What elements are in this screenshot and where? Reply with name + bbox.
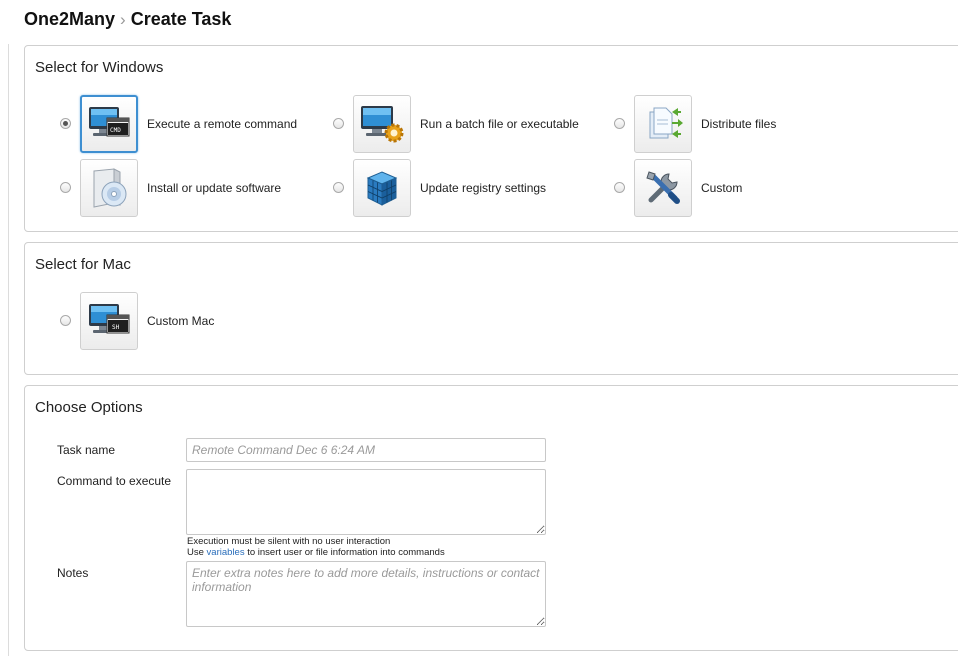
svg-text:SH: SH — [112, 324, 120, 331]
option-label: Install or update software — [147, 181, 282, 195]
monitor-sh-icon: SH — [89, 304, 130, 334]
radio-custom-mac[interactable] — [60, 315, 71, 326]
tile-install-software[interactable] — [80, 159, 138, 217]
windows-panel: Select for Windows CMD Execute a remote … — [24, 45, 958, 232]
option-label: Run a batch file or executable — [420, 117, 579, 131]
hint-rest: to insert user or file information into … — [247, 547, 445, 558]
option-label: Distribute files — [701, 117, 777, 131]
option-label: Update registry settings — [420, 181, 547, 195]
distribute-files-icon — [649, 107, 683, 139]
monitor-cmd-icon: CMD — [89, 107, 130, 137]
mac-panel: Select for Mac SH Custom Mac — [24, 242, 958, 375]
option-run-batch-file[interactable]: Run a batch file or executable — [333, 95, 593, 155]
radio-run-batch-file[interactable] — [333, 118, 344, 129]
mac-panel-title: Select for Mac — [35, 256, 131, 273]
left-divider — [8, 44, 9, 656]
monitor-gear-icon — [361, 106, 404, 143]
task-name-input[interactable] — [186, 438, 546, 462]
hint-silent: Execution must be silent with no user in… — [187, 536, 391, 547]
tile-execute-remote-command[interactable]: CMD — [80, 95, 138, 153]
radio-install-software[interactable] — [60, 182, 71, 193]
notes-label: Notes — [57, 566, 89, 580]
radio-custom[interactable] — [614, 182, 625, 193]
option-execute-remote-command[interactable]: CMD Execute a remote command — [60, 95, 320, 155]
tile-update-registry[interactable] — [353, 159, 411, 217]
registry-cube-icon — [366, 171, 398, 206]
page-title: Create Task — [130, 9, 232, 29]
variables-link[interactable]: variables — [207, 547, 245, 558]
option-update-registry[interactable]: Update registry settings — [333, 159, 593, 219]
breadcrumb-separator: › — [120, 10, 126, 29]
options-panel-title: Choose Options — [35, 399, 143, 416]
svg-text:CMD: CMD — [110, 127, 121, 134]
option-distribute-files[interactable]: Distribute files — [614, 95, 814, 155]
breadcrumb-app[interactable]: One2Many — [24, 9, 115, 29]
tile-run-batch-file[interactable] — [353, 95, 411, 153]
option-label: Custom Mac — [147, 314, 215, 328]
task-name-label: Task name — [57, 443, 116, 457]
hint-variables: Use variables to insert user or file inf… — [187, 547, 445, 558]
tile-distribute-files[interactable] — [634, 95, 692, 153]
hint-use: Use — [187, 547, 204, 558]
command-textarea[interactable] — [186, 469, 546, 535]
radio-distribute-files[interactable] — [614, 118, 625, 129]
breadcrumb: One2Many › Create Task — [24, 9, 231, 30]
command-label: Command to execute — [57, 474, 172, 488]
tile-custom[interactable] — [634, 159, 692, 217]
tile-custom-mac[interactable]: SH — [80, 292, 138, 350]
option-label: Custom — [701, 181, 743, 195]
options-panel: Choose Options Task name Command to exec… — [24, 385, 958, 651]
windows-panel-title: Select for Windows — [35, 59, 164, 76]
radio-update-registry[interactable] — [333, 182, 344, 193]
software-box-icon — [93, 168, 127, 208]
option-custom[interactable]: Custom — [614, 159, 814, 219]
radio-execute-remote-command[interactable] — [60, 118, 71, 129]
option-label: Execute a remote command — [147, 117, 298, 131]
command-hint: Execution must be silent with no user in… — [187, 536, 445, 558]
option-custom-mac[interactable]: SH Custom Mac — [60, 292, 260, 352]
option-install-software[interactable]: Install or update software — [60, 159, 320, 219]
tools-icon — [646, 171, 680, 204]
notes-textarea[interactable] — [186, 561, 546, 627]
